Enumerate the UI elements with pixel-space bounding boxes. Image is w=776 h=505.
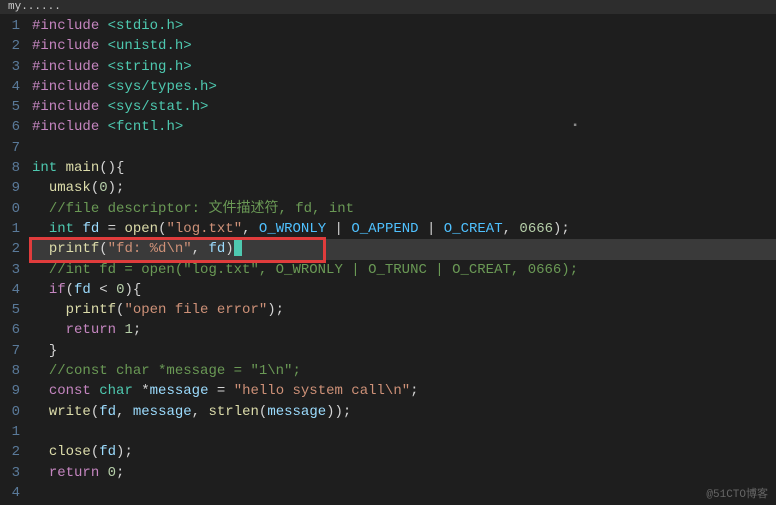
line-number: 3 <box>4 57 20 77</box>
line-number: 9 <box>4 381 20 401</box>
code-line[interactable] <box>32 422 776 442</box>
line-number: 3 <box>4 463 20 483</box>
line-number: 5 <box>4 300 20 320</box>
code-line[interactable]: //int fd = open("log.txt", O_WRONLY | O_… <box>32 260 776 280</box>
code-line-current[interactable]: printf("fd: %d\n", fd) <box>32 239 776 259</box>
code-line[interactable]: #include <stdio.h> <box>32 16 776 36</box>
code-line[interactable]: #include <string.h> <box>32 57 776 77</box>
line-number: 2 <box>4 36 20 56</box>
code-line[interactable]: #include <sys/types.h> <box>32 77 776 97</box>
code-line[interactable]: printf("open file error"); <box>32 300 776 320</box>
line-number: 8 <box>4 158 20 178</box>
code-line[interactable]: if(fd < 0){ <box>32 280 776 300</box>
code-line[interactable]: #include <unistd.h> <box>32 36 776 56</box>
code-line[interactable]: int main(){ <box>32 158 776 178</box>
code-line[interactable]: //file descriptor: 文件描述符, fd, int <box>32 199 776 219</box>
line-number: 7 <box>4 138 20 158</box>
code-editor[interactable]: 1 2 3 4 5 6 7 8 9 0 1 2 3 4 5 6 7 8 9 0 … <box>0 14 776 505</box>
code-line[interactable]: return 0; <box>32 463 776 483</box>
code-line[interactable]: int fd = open("log.txt", O_WRONLY | O_AP… <box>32 219 776 239</box>
line-number: 0 <box>4 402 20 422</box>
bookmark-icon: ▪ <box>572 117 578 137</box>
line-number: 6 <box>4 117 20 137</box>
line-number: 7 <box>4 341 20 361</box>
tab-bar: my...... <box>0 0 776 14</box>
line-number: 3 <box>4 260 20 280</box>
code-line[interactable]: } <box>32 341 776 361</box>
code-line[interactable]: close(fd); <box>32 442 776 462</box>
code-line[interactable]: umask(0); <box>32 178 776 198</box>
code-line[interactable]: #include <sys/stat.h> <box>32 97 776 117</box>
code-line[interactable]: //const char *message = "1\n"; <box>32 361 776 381</box>
code-line[interactable]: #include <fcntl.h>▪ <box>32 117 776 137</box>
line-number: 5 <box>4 97 20 117</box>
line-number: 4 <box>4 483 20 503</box>
cursor <box>234 240 242 256</box>
watermark: @51CTO博客 <box>706 485 768 501</box>
line-number: 2 <box>4 239 20 259</box>
line-number: 1 <box>4 219 20 239</box>
tab-label[interactable]: my...... <box>8 1 61 13</box>
line-number: 4 <box>4 280 20 300</box>
code-line[interactable] <box>32 138 776 158</box>
code-line[interactable]: write(fd, message, strlen(message)); <box>32 402 776 422</box>
line-number: 4 <box>4 77 20 97</box>
code-area[interactable]: #include <stdio.h> #include <unistd.h> #… <box>28 14 776 505</box>
line-number: 1 <box>4 16 20 36</box>
line-number: 0 <box>4 199 20 219</box>
line-number: 1 <box>4 422 20 442</box>
line-number: 2 <box>4 442 20 462</box>
line-number: 6 <box>4 320 20 340</box>
code-line[interactable]: const char *message = "hello system call… <box>32 381 776 401</box>
line-number: 9 <box>4 178 20 198</box>
line-number-gutter: 1 2 3 4 5 6 7 8 9 0 1 2 3 4 5 6 7 8 9 0 … <box>0 14 28 505</box>
line-number: 8 <box>4 361 20 381</box>
code-line[interactable]: return 1; <box>32 320 776 340</box>
